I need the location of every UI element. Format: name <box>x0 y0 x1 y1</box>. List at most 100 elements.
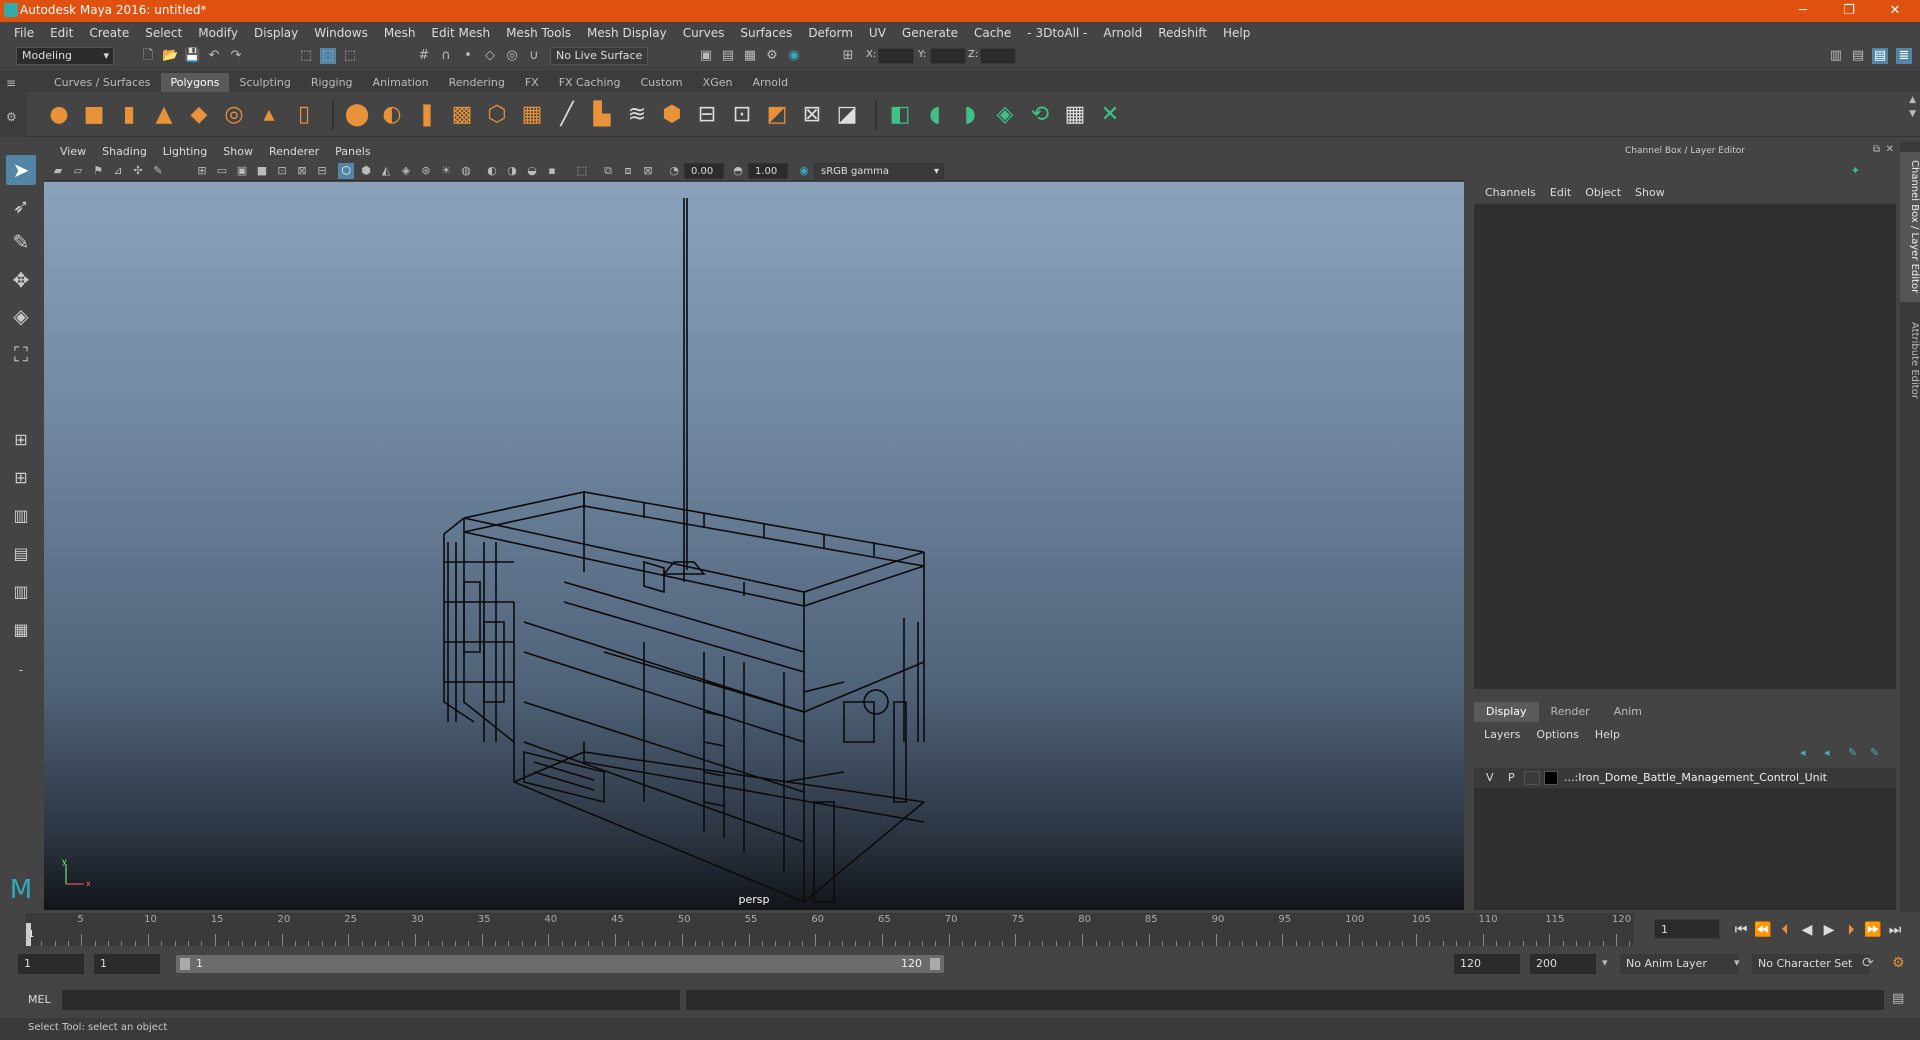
magnet-icon[interactable]: ∪ <box>526 48 542 64</box>
snap-curve-icon[interactable]: ∩ <box>438 48 454 64</box>
append-polygon-icon[interactable]: ◩ <box>762 100 792 130</box>
new-empty-layer-icon[interactable]: ✎ <box>1848 746 1857 759</box>
menu-mesh-display[interactable]: Mesh Display <box>579 26 675 40</box>
select-tool-icon[interactable]: ➤ <box>6 155 36 185</box>
combine-icon[interactable]: ⬤ <box>342 100 372 130</box>
menu-modify[interactable]: Modify <box>190 26 246 40</box>
custom-layout-icon[interactable]: - <box>6 655 36 685</box>
menu-cache[interactable]: Cache <box>966 26 1019 40</box>
playback-end-field[interactable]: 120 <box>1454 954 1520 974</box>
step-back-key-icon[interactable]: ⏴ <box>1776 921 1794 939</box>
film-gate-icon[interactable]: ▭ <box>214 163 230 179</box>
move-tool-icon[interactable]: ✥ <box>6 265 36 295</box>
anim-layer-dropdown[interactable]: No Anim Layer <box>1620 954 1738 974</box>
bridge-icon[interactable]: ≋ <box>622 100 652 130</box>
viewport-menu-show[interactable]: Show <box>215 145 261 158</box>
menu-help[interactable]: Help <box>1215 26 1258 40</box>
anti-aliasing-icon[interactable]: ◒ <box>524 163 540 179</box>
shelf-tab-curves-surfaces[interactable]: Curves / Surfaces <box>44 73 161 92</box>
poly-sphere-icon[interactable]: ● <box>44 100 74 130</box>
layer-playback-toggle[interactable]: P <box>1508 771 1515 784</box>
layer-color-swatch[interactable] <box>1544 771 1558 785</box>
snap-surface-icon[interactable]: ◎ <box>504 48 520 64</box>
menu-curves[interactable]: Curves <box>675 26 733 40</box>
wireframe-icon[interactable]: ⬡ <box>338 163 354 179</box>
persp-outliner-layout-icon[interactable]: ▥ <box>6 501 36 531</box>
image-plane-icon[interactable]: ⊿ <box>110 163 126 179</box>
layer-menu-help[interactable]: Help <box>1587 728 1628 741</box>
isolate-select-icon[interactable]: ⬚ <box>574 163 590 179</box>
hypershade-icon[interactable]: ◉ <box>786 48 802 64</box>
poly-plane-icon[interactable]: ◆ <box>184 100 214 130</box>
character-set-chevron-icon[interactable]: ▾ <box>1734 956 1740 969</box>
menu-display[interactable]: Display <box>246 26 306 40</box>
cylindrical-uv-icon[interactable]: ◖ <box>920 100 950 130</box>
go-to-start-icon[interactable]: ⏮ <box>1732 921 1750 939</box>
transform-mode-icon[interactable]: ⊞ <box>840 48 856 64</box>
shelf-tab-xgen[interactable]: XGen <box>693 73 743 92</box>
channel-menu-show[interactable]: Show <box>1628 186 1672 199</box>
four-view-layout-icon[interactable]: ⊞ <box>6 463 36 493</box>
exposure-icon[interactable]: ◔ <box>666 163 682 179</box>
time-slider[interactable]: 5 10 15 20 25 30 35 40 45 50 55 60 65 70 75 80 85 90 95 100… <box>26 913 1634 946</box>
menu-3dtoall[interactable]: - 3DtoAll - <box>1019 26 1095 40</box>
menu-mesh[interactable]: Mesh <box>376 26 424 40</box>
motion-blur-icon[interactable]: ◑ <box>504 163 520 179</box>
move-layer-down-icon[interactable]: ◂ <box>1824 746 1830 759</box>
step-forward-key-icon[interactable]: ⏵ <box>1842 921 1860 939</box>
menu-redshift[interactable]: Redshift <box>1150 26 1215 40</box>
wireframe-on-shaded-icon[interactable]: ◈ <box>398 163 414 179</box>
mirror-icon[interactable]: ▦ <box>517 100 547 130</box>
use-all-lights-icon[interactable]: ☀ <box>438 163 454 179</box>
layer-tab-render[interactable]: Render <box>1539 702 1602 722</box>
menu-generate[interactable]: Generate <box>894 26 966 40</box>
layer-tab-anim[interactable]: Anim <box>1602 702 1654 722</box>
textured-icon[interactable]: ⊛ <box>418 163 434 179</box>
persp-uv-layout-icon[interactable]: ▦ <box>6 615 36 645</box>
field-chart-icon[interactable]: ⊡ <box>274 163 290 179</box>
menu-edit-mesh[interactable]: Edit Mesh <box>423 26 498 40</box>
snap-view-icon[interactable]: ◇ <box>482 48 498 64</box>
current-time-marker[interactable] <box>26 923 31 946</box>
color-space-dropdown[interactable]: sRGB gamma ▾ <box>814 163 944 179</box>
poly-cylinder-icon[interactable]: ▮ <box>114 100 144 130</box>
x-field[interactable] <box>878 48 914 64</box>
persp-hypershade-layout-icon[interactable]: ▥ <box>6 577 36 607</box>
side-tab-channel-box[interactable]: Channel Box / Layer Editor <box>1900 152 1920 302</box>
new-scene-icon[interactable]: 🗋 <box>140 48 156 64</box>
gamma-field[interactable]: 1.00 <box>748 163 788 179</box>
ipr-render-icon[interactable]: ▦ <box>742 48 758 64</box>
y-field[interactable] <box>930 48 966 64</box>
menu-deform[interactable]: Deform <box>800 26 861 40</box>
command-input[interactable] <box>62 990 680 1010</box>
range-bar[interactable]: 1 120 <box>176 955 944 973</box>
gear-icon[interactable]: ⚙ <box>6 110 17 124</box>
multi-cut-icon[interactable]: ╱ <box>552 100 582 130</box>
persp-graph-layout-icon[interactable]: ▤ <box>6 539 36 569</box>
layer-visibility-toggle[interactable]: V <box>1486 771 1494 784</box>
shadows-icon[interactable]: ◍ <box>458 163 474 179</box>
lasso-tool-icon[interactable]: ➶ <box>6 191 36 221</box>
grease-pencil-icon[interactable]: ✎ <box>150 163 166 179</box>
shelf-tab-custom[interactable]: Custom <box>631 73 693 92</box>
script-editor-icon[interactable]: ▤ <box>1892 991 1904 1006</box>
channel-box-options-icon[interactable]: ✦ <box>1851 164 1860 177</box>
playback-start-field[interactable]: 1 <box>94 954 160 974</box>
live-surface-field[interactable]: No Live Surface <box>550 47 648 65</box>
offset-edge-loop-icon[interactable]: ⊡ <box>727 100 757 130</box>
poly-cube-icon[interactable]: ■ <box>79 100 109 130</box>
menu-create[interactable]: Create <box>81 26 137 40</box>
automatic-uv-icon[interactable]: ◈ <box>990 100 1020 130</box>
channel-box-area[interactable] <box>1474 204 1896 689</box>
extrude-icon[interactable]: ▙ <box>587 100 617 130</box>
planar-uv-icon[interactable]: ◧ <box>885 100 915 130</box>
shelf-tab-polygons[interactable]: Polygons <box>160 73 230 92</box>
merge-icon[interactable]: ◪ <box>832 100 862 130</box>
spherical-uv-icon[interactable]: ◗ <box>955 100 985 130</box>
safe-title-icon[interactable]: ⊟ <box>314 163 330 179</box>
fill-hole-icon[interactable]: ⊠ <box>797 100 827 130</box>
uv-editor-icon[interactable]: ⟲ <box>1025 100 1055 130</box>
side-tab-attribute-editor[interactable]: Attribute Editor <box>1900 310 1920 410</box>
go-to-end-icon[interactable]: ⏭ <box>1886 921 1904 939</box>
shelf-tab-animation[interactable]: Animation <box>363 73 439 92</box>
